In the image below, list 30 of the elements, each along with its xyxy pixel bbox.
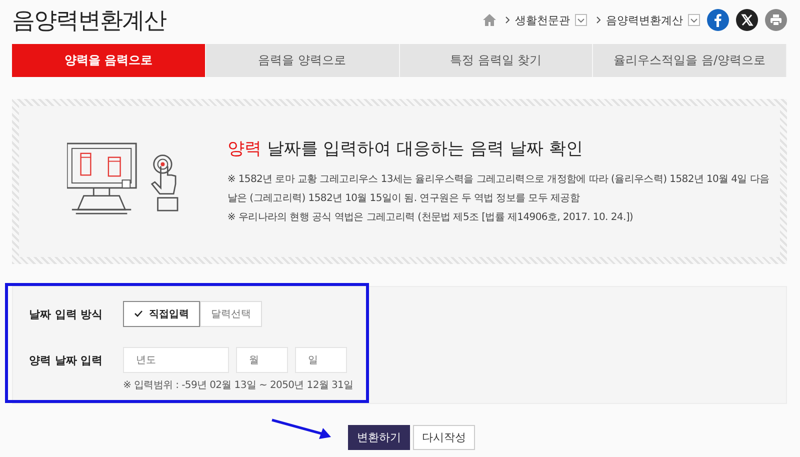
date-label: 양력 날짜 입력 <box>29 353 104 368</box>
breadcrumb-link[interactable]: 생활천문관 <box>515 12 570 28</box>
check-icon <box>134 310 143 317</box>
chevron-icon <box>505 16 510 24</box>
date-input-field[interactable]: 년도 <box>123 347 229 373</box>
method-toggle[interactable]: 달력선택 <box>200 301 262 327</box>
method-label: 날짜 입력 방식 <box>29 306 104 322</box>
home-icon[interactable] <box>483 14 496 26</box>
tab[interactable]: 율리우스적일을 음/양력으로 <box>593 44 787 77</box>
dropdown-icon[interactable] <box>688 14 700 26</box>
facebook-icon[interactable] <box>707 9 729 31</box>
info-note: ※ 1582년 로마 교황 그레고리우스 13세는 율리우스력을 그레고리력으로 개정함에 따라 (율리우스력) 1582년 10월 4일 다음 날은 (그레고리력) 1582년 10월 15일이 됨. 연구원은 두 역법 정보를 모두 제공함 <box>227 172 770 206</box>
date-input-field[interactable]: 일 <box>295 347 347 373</box>
tab[interactable]: 음력을 양력으로 <box>206 44 400 77</box>
print-icon[interactable] <box>765 9 787 31</box>
action-button[interactable]: 변환하기 <box>348 425 410 450</box>
info-note: ※ 우리나라의 현행 공식 역법은 그레고리력 (천문법 제5조 [법률 제14906호, 2017. 10. 24.]) <box>227 210 634 224</box>
info-heading: 양력 날짜를 입력하여 대응하는 음력 날짜 확인 <box>227 138 584 160</box>
range-note: ※ 입력범위 : -59년 02월 13일 ~ 2050년 12월 31일 <box>123 379 354 392</box>
page-title: 음양력변환계산 <box>12 6 166 36</box>
tab[interactable]: 양력을 음력으로 <box>12 44 206 77</box>
action-button[interactable]: 다시작성 <box>413 425 475 450</box>
chevron-icon <box>596 16 601 24</box>
dropdown-icon[interactable] <box>575 14 587 26</box>
tab[interactable]: 특정 음력일 찾기 <box>400 44 594 77</box>
x-logo-icon[interactable] <box>736 9 758 31</box>
pointer-arrow <box>271 418 333 440</box>
method-toggle[interactable]: 직접입력 <box>123 301 200 327</box>
date-input-field[interactable]: 월 <box>236 347 288 373</box>
breadcrumb-link[interactable]: 음양력변환계산 <box>606 12 683 28</box>
